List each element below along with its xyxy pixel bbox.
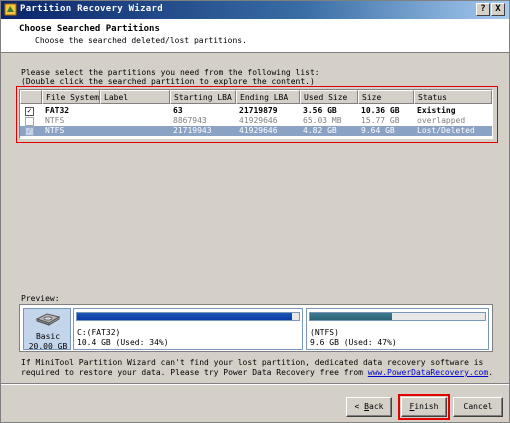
row-checkbox[interactable] xyxy=(25,117,34,126)
close-button[interactable]: X xyxy=(491,3,505,16)
cell-file-system: NTFS xyxy=(45,116,65,125)
column-header-starting-lba[interactable]: Starting LBA xyxy=(170,90,236,104)
back-prefix: < xyxy=(354,402,365,411)
partition-usage-fill xyxy=(77,313,293,320)
row-checkbox[interactable]: ✓ xyxy=(25,126,34,136)
cell-size: 10.36 GB xyxy=(361,106,400,115)
disk-size: 20.00 GB xyxy=(28,342,68,351)
column-header-status[interactable]: Status xyxy=(414,90,492,104)
cell-file-system: FAT32 xyxy=(45,106,70,115)
finish-label: inish xyxy=(414,402,439,411)
cell-file-system: NTFS xyxy=(45,126,65,135)
cell-status: Existing xyxy=(417,106,456,115)
table-row[interactable]: NTFS 8867943 41929646 65.03 MB 15.77 GB … xyxy=(20,116,492,126)
cell-starting-lba: 8867943 xyxy=(173,116,207,125)
row-checkbox[interactable]: ✓ xyxy=(25,106,34,116)
disk-map: Basic 20.00 GB C:(FAT32) 10.4 GB (Used: … xyxy=(19,304,493,352)
power-data-recovery-link[interactable]: www.PowerDataRecovery.com xyxy=(368,368,488,377)
page-subtitle: Choose the searched deleted/lost partiti… xyxy=(35,36,247,45)
cell-used-size: 4.82 GB xyxy=(303,126,337,135)
instructions: Please select the partitions you need fr… xyxy=(21,68,320,86)
cell-starting-lba: 63 xyxy=(173,106,183,115)
table-row[interactable]: ✓ FAT32 63 21719879 3.56 GB 10.36 GB Exi… xyxy=(20,106,492,116)
disk-block[interactable]: Basic 20.00 GB xyxy=(23,308,71,351)
cell-used-size: 65.03 MB xyxy=(303,116,342,125)
instruction-line-2: (Double click the searched partition to … xyxy=(21,77,315,86)
recovery-note: If MiniTool Partition Wizard can't find … xyxy=(21,358,501,378)
cell-ending-lba: 41929646 xyxy=(239,116,278,125)
back-label: ack xyxy=(369,402,384,411)
table-row[interactable]: ✓ NTFS 21719943 41929646 4.82 GB 9.64 GB… xyxy=(20,126,492,136)
partition-info: 9.6 GB (Used: 47%) xyxy=(310,338,397,347)
disk-type: Basic xyxy=(35,332,61,341)
wizard-window: Partition Recovery Wizard ? X Choose Sea… xyxy=(0,0,510,423)
column-header-size[interactable]: Size xyxy=(358,90,414,104)
cell-size: 15.77 GB xyxy=(361,116,400,125)
partition-name: (NTFS) xyxy=(310,328,339,337)
wizard-header: Choose Searched Partitions Choose the se… xyxy=(1,19,509,53)
title-bar[interactable]: Partition Recovery Wizard ? X xyxy=(1,1,509,19)
app-icon xyxy=(4,3,17,16)
partition-name: C:(FAT32) xyxy=(77,328,121,337)
column-header-used-size[interactable]: Used Size xyxy=(300,90,358,104)
partition-usage-bar xyxy=(309,312,486,321)
cell-ending-lba: 41929646 xyxy=(239,126,278,135)
hard-disk-icon xyxy=(35,313,61,326)
partition-table[interactable]: File System Label Starting LBA Ending LB… xyxy=(19,89,493,139)
finish-button[interactable]: Finish xyxy=(398,394,450,420)
column-header-check[interactable] xyxy=(20,90,42,104)
cell-size: 9.64 GB xyxy=(361,126,395,135)
cell-used-size: 3.56 GB xyxy=(303,106,337,115)
cell-ending-lba: 21719879 xyxy=(239,106,278,115)
page-title: Choose Searched Partitions xyxy=(19,24,160,34)
partition-info: 10.4 GB (Used: 34%) xyxy=(77,338,169,347)
cancel-button[interactable]: Cancel xyxy=(453,397,503,417)
check-icon: ✓ xyxy=(27,126,32,135)
table-header: File System Label Starting LBA Ending LB… xyxy=(20,90,492,104)
column-header-ending-lba[interactable]: Ending LBA xyxy=(236,90,300,104)
instruction-line-1: Please select the partitions you need fr… xyxy=(21,68,320,77)
column-header-label[interactable]: Label xyxy=(100,90,170,104)
note-text-end: . xyxy=(488,368,494,377)
partition-block[interactable]: C:(FAT32) 10.4 GB (Used: 34%) xyxy=(73,308,303,350)
partition-usage-fill xyxy=(310,313,393,320)
column-header-file-system[interactable]: File System xyxy=(42,90,100,104)
cell-status: overlapped xyxy=(417,116,466,125)
help-button[interactable]: ? xyxy=(476,3,490,16)
divider xyxy=(1,383,509,385)
check-icon: ✓ xyxy=(27,106,32,115)
cell-starting-lba: 21719943 xyxy=(173,126,212,135)
window-title: Partition Recovery Wizard xyxy=(20,4,163,14)
partition-block[interactable]: (NTFS) 9.6 GB (Used: 47%) xyxy=(306,308,489,350)
back-button[interactable]: < Back xyxy=(346,397,392,417)
cell-status: Lost/Deleted xyxy=(417,126,475,135)
partition-usage-bar xyxy=(76,312,300,321)
preview-label: Preview: xyxy=(21,294,60,303)
